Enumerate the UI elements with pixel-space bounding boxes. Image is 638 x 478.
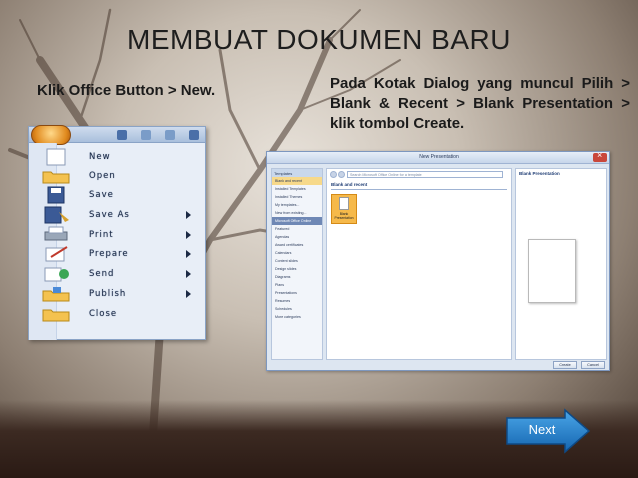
save-disk-icon: [47, 186, 65, 204]
dialog-titlebar: New Presentation: [267, 150, 609, 164]
section-title: Blank and recent: [331, 182, 368, 187]
submenu-arrow-icon: [186, 270, 191, 278]
template-item[interactable]: Installed Templates: [272, 185, 322, 193]
back-nav-icon[interactable]: [330, 171, 337, 178]
menu-item-label: Save: [89, 190, 114, 200]
template-item[interactable]: Content slides: [272, 257, 322, 265]
template-item[interactable]: Design slides: [272, 265, 322, 273]
menu-item-new[interactable]: New: [39, 147, 203, 167]
preview-title: Blank Presentation: [519, 171, 560, 176]
left-caption: Klik Office Button > New.: [37, 82, 216, 99]
template-item[interactable]: Calendars: [272, 249, 322, 257]
next-arrow-icon: [506, 408, 591, 454]
blank-page-icon: [339, 197, 349, 210]
printer-icon: [44, 226, 68, 241]
menu-item-label: Close: [89, 309, 118, 319]
blank-presentation-thumbnail[interactable]: Blank Presentation: [331, 194, 357, 224]
new-document-icon: [46, 148, 66, 166]
template-search-input[interactable]: Search Microsoft Office Online for a tem…: [347, 171, 503, 178]
menu-item-prepare[interactable]: Prepare: [39, 244, 203, 264]
templates-header: Templates: [272, 169, 322, 177]
menu-item-publish[interactable]: Publish: [39, 284, 203, 304]
submenu-arrow-icon: [186, 290, 191, 298]
redo-quick-icon[interactable]: [165, 130, 175, 140]
template-item[interactable]: Diagrams: [272, 273, 322, 281]
template-item[interactable]: My templates...: [272, 201, 322, 209]
template-gallery: Search Microsoft Office Online for a tem…: [326, 168, 512, 360]
template-item[interactable]: Plans: [272, 281, 322, 289]
close-folder-icon: [42, 309, 70, 322]
send-icon: [44, 267, 69, 282]
section-divider: [331, 189, 507, 190]
menu-item-open[interactable]: Open: [39, 166, 203, 186]
prepare-icon: [45, 246, 68, 262]
menu-item-label: Open: [89, 171, 116, 181]
preview-panel: Blank Presentation: [515, 168, 607, 360]
menu-item-label: New: [89, 152, 111, 162]
menu-item-close[interactable]: Close: [39, 304, 203, 324]
template-item[interactable]: New from existing...: [272, 209, 322, 217]
blank-presentation-label: Blank Presentation: [334, 212, 354, 220]
publish-icon: [42, 287, 70, 302]
open-folder-icon: [42, 171, 70, 184]
submenu-arrow-icon: [186, 211, 191, 219]
undo-quick-icon[interactable]: [141, 130, 151, 140]
template-item[interactable]: More categories: [272, 313, 322, 321]
menu-item-label: Send: [89, 269, 115, 279]
menu-item-send[interactable]: Send: [39, 264, 203, 284]
right-caption: Pada Kotak Dialog yang muncul Pilih > Bl…: [330, 75, 630, 132]
template-item-blank-recent[interactable]: Blank and recent: [272, 177, 322, 185]
customize-quick-icon[interactable]: [189, 130, 199, 140]
menu-item-save-as[interactable]: Save As: [39, 205, 203, 225]
submenu-arrow-icon: [186, 250, 191, 258]
forward-nav-icon[interactable]: [338, 171, 345, 178]
quick-access-toolbar: [29, 125, 205, 145]
menu-item-label: Save As: [89, 210, 130, 220]
menu-item-print[interactable]: Print: [39, 225, 203, 245]
office-button[interactable]: [31, 125, 71, 145]
cancel-button[interactable]: Cancel: [581, 361, 605, 369]
create-button[interactable]: Create: [553, 361, 577, 369]
next-button[interactable]: [505, 408, 591, 454]
menu-item-label: Publish: [89, 289, 127, 299]
preview-image: [528, 239, 576, 303]
menu-item-label: Print: [89, 230, 114, 240]
template-item[interactable]: Resumes: [272, 297, 322, 305]
template-item-office-online[interactable]: Microsoft Office Online: [272, 217, 322, 225]
template-item[interactable]: Agendas: [272, 233, 322, 241]
save-quick-icon[interactable]: [117, 130, 127, 140]
template-item[interactable]: Schedules: [272, 305, 322, 313]
template-item[interactable]: Award certificates: [272, 241, 322, 249]
slide-title: MEMBUAT DOKUMEN BARU: [127, 24, 511, 55]
template-item[interactable]: Installed Themes: [272, 193, 322, 201]
templates-panel: Templates Blank and recent Installed Tem…: [271, 168, 323, 360]
menu-item-save[interactable]: Save: [39, 185, 203, 205]
save-as-icon: [44, 206, 69, 224]
submenu-arrow-icon: [186, 231, 191, 239]
template-item[interactable]: Presentations: [272, 289, 322, 297]
dialog-title: New Presentation: [419, 154, 459, 160]
dialog-close-button[interactable]: [593, 150, 607, 162]
menu-item-label: Prepare: [89, 249, 129, 259]
new-presentation-dialog: New Presentation Templates Blank and rec…: [266, 150, 610, 371]
office-menu-screenshot: New Open Save Save As Print Prepare Send…: [28, 125, 206, 340]
template-item[interactable]: Featured: [272, 225, 322, 233]
